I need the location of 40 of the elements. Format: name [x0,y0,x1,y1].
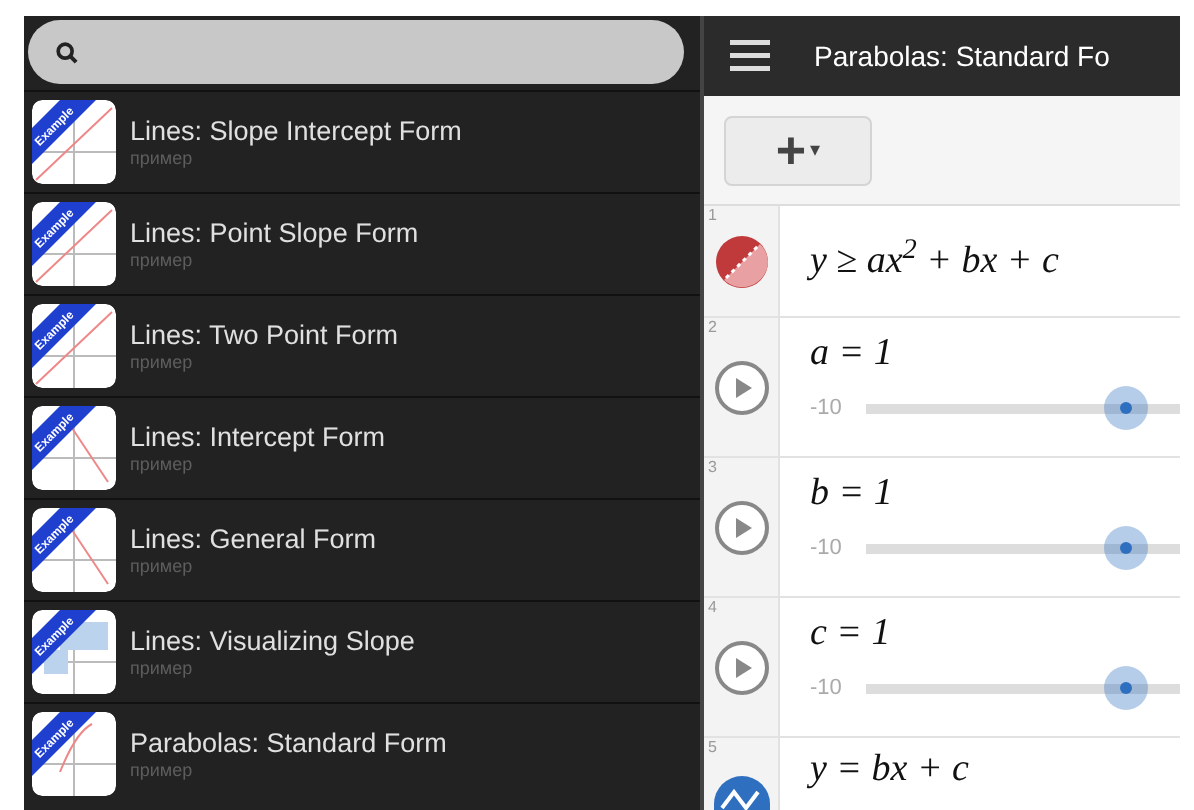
item-title: Lines: Intercept Form [130,421,386,453]
expression-formula[interactable]: b = 1 [810,470,1180,518]
wave-icon[interactable] [713,776,769,810]
line-number: 1 [708,206,717,226]
slider-min-label: -10 [810,533,842,564]
play-icon[interactable] [713,499,769,555]
slider-min-label: -10 [810,393,842,424]
item-title: Lines: Two Point Form [130,319,399,351]
line-number: 2 [708,318,717,338]
item-subtitle: пример [130,657,195,679]
play-icon[interactable] [713,639,769,695]
line-number: 5 [708,738,717,758]
add-item-button[interactable]: +▾ [724,115,872,185]
item-title: Lines: Visualizing Slope [130,625,415,657]
item-subtitle: пример [130,249,195,271]
line-number: 3 [708,458,717,478]
expression-formula[interactable]: y ≥ ax$^{2}$ + bx + c [810,238,1180,286]
item-title: Parabolas: Standard Form [130,727,447,759]
item-subtitle: пример [130,147,195,169]
expression-formula[interactable]: a = 1 [810,330,1180,378]
expression-formula[interactable]: c = 1 [810,610,1180,658]
item-subtitle: пример [130,555,195,577]
slider-thumb[interactable] [1104,386,1149,430]
item-title: Lines: Slope Intercept Form [130,115,462,147]
item-title: Lines: Point Slope Form [130,217,419,249]
item-subtitle: пример [130,759,195,781]
item-subtitle: пример [130,453,195,475]
item-title: Lines: General Form [130,523,377,555]
search-field[interactable] [28,20,684,84]
graph-title: Parabolas: Standard Fo [814,37,1110,75]
slider-thumb[interactable] [1104,666,1149,710]
item-subtitle: пример [130,351,195,373]
menu-icon[interactable] [730,40,770,72]
color-toggle-icon[interactable] [713,233,769,289]
slider-min-label: -10 [810,673,842,704]
play-icon[interactable] [713,359,769,415]
expression-formula[interactable]: y = bx + c [810,746,1180,794]
search-icon [56,41,78,63]
line-number: 4 [708,598,717,618]
slider-thumb[interactable] [1104,526,1149,570]
